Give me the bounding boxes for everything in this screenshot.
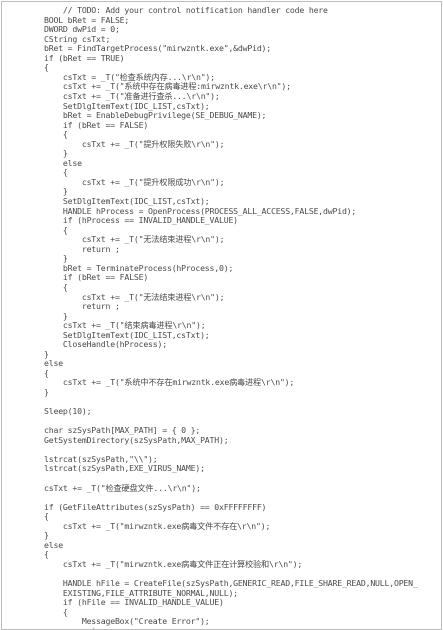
code-line: GetSystemDirectory(szSysPath,MAX_PATH); xyxy=(44,434,229,445)
code-line: } xyxy=(44,387,49,397)
code-line: CloseHandle(hProcess); xyxy=(44,339,167,350)
code-line: csTxt += _T("检查硬盘文件...\r\n"); xyxy=(44,482,201,493)
code-line: csTxt += _T("提升权限失败\r\n"); xyxy=(44,138,225,149)
code-line: if (GetFileAttributes(szSysPath) == 0xFF… xyxy=(44,501,267,512)
code-line: Sleep(10); xyxy=(44,406,92,417)
code-listing-frame: // TODO: Add your control notification h… xyxy=(1,1,442,630)
code-line: if (bRet == TRUE) xyxy=(44,52,125,63)
code-line: csTxt += _T("系统中不存在mirwzntk.exe病毒进程\r\n"… xyxy=(44,377,295,388)
code-line: csTxt += _T("mirwzntk.exe病毒文件不存在\r\n"); xyxy=(44,520,271,531)
code-line: return ; xyxy=(44,625,120,629)
code-line: if (hFile == INVALID_HANDLE_VALUE) xyxy=(44,597,224,608)
code-line: csTxt += _T("mirwzntk.exe病毒文件正在计算校验和\r\n… xyxy=(44,558,303,569)
code-line: csTxt += _T("提升权限成功\r\n"); xyxy=(44,176,225,187)
code-line: if (hProcess == INVALID_HANDLE_VALUE) xyxy=(44,215,238,226)
code-line: lstrcat(szSysPath,EXE_VIRUS_NAME); xyxy=(44,463,205,474)
